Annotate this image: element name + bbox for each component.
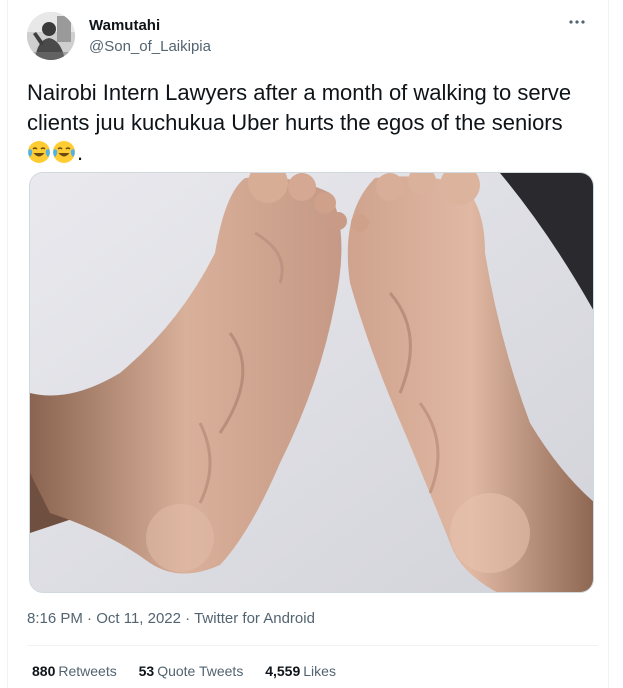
retweets-label: Retweets <box>58 663 117 679</box>
laughing-face-icon <box>53 141 75 163</box>
tweet-source[interactable]: Twitter for Android <box>194 610 315 627</box>
tweet-body: Nairobi Intern Lawyers after a month of … <box>27 80 578 135</box>
likes-stat[interactable]: 4,559 Likes <box>265 663 336 679</box>
meta-separator: · <box>82 610 97 627</box>
tweet-text-suffix: . <box>77 140 84 165</box>
avatar[interactable] <box>27 12 75 60</box>
display-name[interactable]: Wamutahi <box>89 17 160 34</box>
tweet-meta: 8:16 PM · Oct 11, 2022 · Twitter for And… <box>27 610 315 627</box>
divider <box>27 645 598 646</box>
tweet-media-photo[interactable] <box>29 172 594 593</box>
meta-separator: · <box>181 610 195 627</box>
more-icon[interactable] <box>563 14 591 34</box>
tweet-card: Wamutahi @Son_of_Laikipia Nairobi Intern… <box>7 0 609 688</box>
likes-label: Likes <box>303 663 336 679</box>
tweet-header: Wamutahi @Son_of_Laikipia <box>27 12 597 62</box>
laughing-face-icon <box>28 141 50 163</box>
tweet-text: Nairobi Intern Lawyers after a month of … <box>27 78 592 168</box>
tweet-time[interactable]: 8:16 PM <box>27 610 83 627</box>
more-icon-glyph <box>569 20 585 24</box>
likes-count: 4,559 <box>265 663 301 679</box>
quote-tweets-label: Quote Tweets <box>157 663 244 679</box>
retweets-stat[interactable]: 880 Retweets <box>32 663 117 679</box>
feet-photo <box>30 173 593 592</box>
quote-tweets-stat[interactable]: 53 Quote Tweets <box>139 663 244 679</box>
retweets-count: 880 <box>32 663 56 679</box>
tweet-stats: 880 Retweets 53 Quote Tweets 4,559 Likes <box>32 663 354 679</box>
user-handle[interactable]: @Son_of_Laikipia <box>89 38 211 55</box>
tweet-date[interactable]: Oct 11, 2022 <box>96 610 181 627</box>
quote-tweets-count: 53 <box>138 663 155 679</box>
